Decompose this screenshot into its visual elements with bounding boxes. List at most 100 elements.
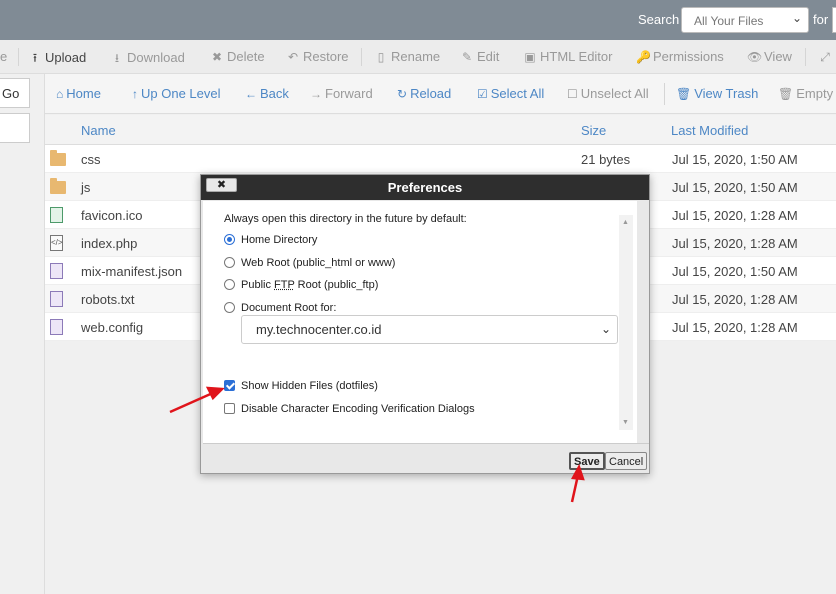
upload-button[interactable]: ⭱ Upload bbox=[28, 49, 86, 70]
left-tree-panel bbox=[0, 113, 30, 143]
file-modified: Jul 15, 2020, 1:50 AM bbox=[672, 264, 798, 279]
search-scope-value: All Your Files bbox=[694, 14, 764, 28]
search-label: Search bbox=[638, 12, 680, 27]
option-label: Document Root for: bbox=[241, 302, 337, 314]
forward-button[interactable]: → Forward bbox=[310, 86, 373, 101]
column-name-header[interactable]: Name bbox=[81, 123, 116, 138]
column-modified-header[interactable]: Last Modified bbox=[671, 123, 748, 138]
option-home-directory[interactable]: Home Directory bbox=[224, 234, 317, 246]
rename-icon: ▯ bbox=[377, 50, 385, 64]
search-input[interactable] bbox=[832, 7, 836, 33]
file-modified: Jul 15, 2020, 1:28 AM bbox=[672, 292, 798, 307]
radio-web-root[interactable] bbox=[224, 257, 235, 268]
file-modified: Jul 15, 2020, 1:50 AM bbox=[672, 152, 798, 167]
table-row[interactable]: css 21 bytes Jul 15, 2020, 1:50 AM bbox=[45, 145, 836, 173]
document-icon bbox=[50, 319, 63, 335]
file-name: css bbox=[81, 152, 101, 167]
unselect-all-button[interactable]: ☐ Unselect All bbox=[567, 86, 649, 101]
option-label: Disable Character Encoding Verification … bbox=[241, 403, 475, 415]
option-disable-encoding[interactable]: Disable Character Encoding Verification … bbox=[224, 403, 475, 415]
empty-trash-icon: 🗑 bbox=[778, 87, 794, 101]
document-icon bbox=[50, 291, 63, 307]
for-label: for bbox=[813, 12, 829, 27]
search-scope-select[interactable]: All Your Files ⌄ bbox=[681, 7, 809, 33]
default-directory-label: Always open this directory in the future… bbox=[224, 213, 467, 225]
view-button[interactable]: 👁 View bbox=[747, 49, 792, 64]
edit-button[interactable]: ✎ Edit bbox=[460, 49, 499, 64]
view-trash-button[interactable]: 🗑 View Trash bbox=[676, 86, 758, 101]
select-all-button[interactable]: ☑ Select All bbox=[477, 86, 544, 101]
option-label: Web Root (public_html or www) bbox=[241, 257, 396, 269]
delete-button[interactable]: ✖ Delete bbox=[210, 49, 265, 64]
dialog-title: Preferences bbox=[387, 180, 463, 195]
option-show-hidden-files[interactable]: Show Hidden Files (dotfiles) bbox=[224, 380, 378, 392]
reload-button[interactable]: ↻ Reload bbox=[397, 86, 451, 101]
ftp-abbreviation: FTP bbox=[274, 279, 295, 291]
radio-ftp-root[interactable] bbox=[224, 279, 235, 290]
file-modified: Jul 15, 2020, 1:28 AM bbox=[672, 208, 798, 223]
file-name: index.php bbox=[81, 236, 138, 251]
document-root-select[interactable]: my.technocenter.co.id ⌄ bbox=[241, 315, 618, 344]
option-ftp-root[interactable]: Public FTP Root (public_ftp) bbox=[224, 279, 378, 291]
restore-button[interactable]: ↶ Restore bbox=[286, 49, 349, 64]
toolbar-divider bbox=[18, 48, 19, 66]
option-document-root[interactable]: Document Root for: bbox=[224, 302, 336, 314]
expand-icon: ⤢ bbox=[820, 50, 830, 64]
close-icon: ✖ bbox=[216, 179, 227, 191]
back-arrow-icon: ← bbox=[245, 87, 257, 101]
view-icon: 👁 bbox=[747, 50, 763, 64]
reload-icon: ↻ bbox=[397, 87, 408, 101]
dialog-scrollbar[interactable]: ▲ ▼ bbox=[619, 215, 633, 430]
close-button[interactable]: ✖ bbox=[206, 178, 237, 192]
cancel-button[interactable]: Cancel bbox=[605, 452, 648, 470]
file-size: 21 bytes bbox=[581, 152, 631, 167]
scroll-down-icon[interactable]: ▼ bbox=[622, 419, 629, 426]
download-button[interactable]: ⭳ Download bbox=[110, 49, 185, 70]
radio-home-directory[interactable] bbox=[224, 234, 235, 245]
upload-icon: ⭱ bbox=[32, 51, 38, 65]
empty-trash-button[interactable]: 🗑Empty T bbox=[778, 86, 836, 101]
option-label: Public bbox=[241, 279, 275, 291]
unselect-all-icon: ☐ bbox=[567, 87, 578, 101]
chevron-down-icon: ⌄ bbox=[600, 322, 611, 336]
top-search-bar: Search All Your Files ⌄ for bbox=[0, 0, 836, 40]
image-file-icon bbox=[50, 207, 63, 223]
toolbar-item-partial[interactable]: e bbox=[0, 49, 7, 64]
back-button[interactable]: ← Back bbox=[245, 86, 289, 101]
home-button[interactable]: ⌂ Home bbox=[56, 86, 101, 101]
save-button[interactable]: Save bbox=[569, 452, 605, 470]
checkbox-show-hidden[interactable] bbox=[224, 380, 235, 391]
delete-icon: ✖ bbox=[211, 50, 223, 64]
dialog-title-bar[interactable]: Preferences ✖ bbox=[201, 175, 649, 200]
select-all-icon: ☑ bbox=[477, 87, 488, 101]
file-toolbar: e ⭱ Upload ⭳ Download ✖ Delete ↶ Restore ▯ Re… bbox=[0, 40, 836, 74]
file-name: js bbox=[81, 180, 91, 195]
rename-button[interactable]: ▯ Rename bbox=[374, 49, 440, 64]
trash-icon: 🗑 bbox=[676, 87, 692, 101]
arrow-shaft bbox=[570, 474, 580, 503]
dialog-footer-divider bbox=[203, 443, 649, 444]
html-editor-button[interactable]: ▣ HTML Editor bbox=[523, 49, 612, 64]
go-button[interactable]: Go bbox=[0, 78, 30, 108]
scroll-up-icon[interactable]: ▲ bbox=[622, 219, 629, 226]
up-level-icon: ↑ bbox=[132, 87, 138, 101]
html-editor-icon: ▣ bbox=[524, 50, 536, 64]
up-one-level-button[interactable]: ↑ Up One Level bbox=[132, 86, 221, 101]
option-web-root[interactable]: Web Root (public_html or www) bbox=[224, 257, 395, 269]
option-label: Show Hidden Files (dotfiles) bbox=[241, 380, 378, 392]
file-modified: Jul 15, 2020, 1:28 AM bbox=[672, 320, 798, 335]
radio-document-root[interactable] bbox=[224, 302, 235, 313]
file-modified: Jul 15, 2020, 1:28 AM bbox=[672, 236, 798, 251]
permissions-button[interactable]: 🔑 Permissions bbox=[636, 49, 724, 64]
download-icon: ⭳ bbox=[114, 51, 120, 65]
code-file-icon: </> bbox=[50, 235, 63, 251]
checkbox-disable-encoding[interactable] bbox=[224, 403, 235, 414]
file-name: web.config bbox=[81, 320, 144, 335]
permissions-icon: 🔑 bbox=[636, 50, 651, 64]
column-size-header[interactable]: Size bbox=[581, 123, 606, 138]
document-icon bbox=[50, 263, 63, 279]
home-icon: ⌂ bbox=[56, 87, 64, 101]
edit-icon: ✎ bbox=[461, 50, 473, 64]
option-label: Home Directory bbox=[241, 234, 318, 246]
extract-button[interactable]: ⤢ bbox=[818, 49, 835, 65]
